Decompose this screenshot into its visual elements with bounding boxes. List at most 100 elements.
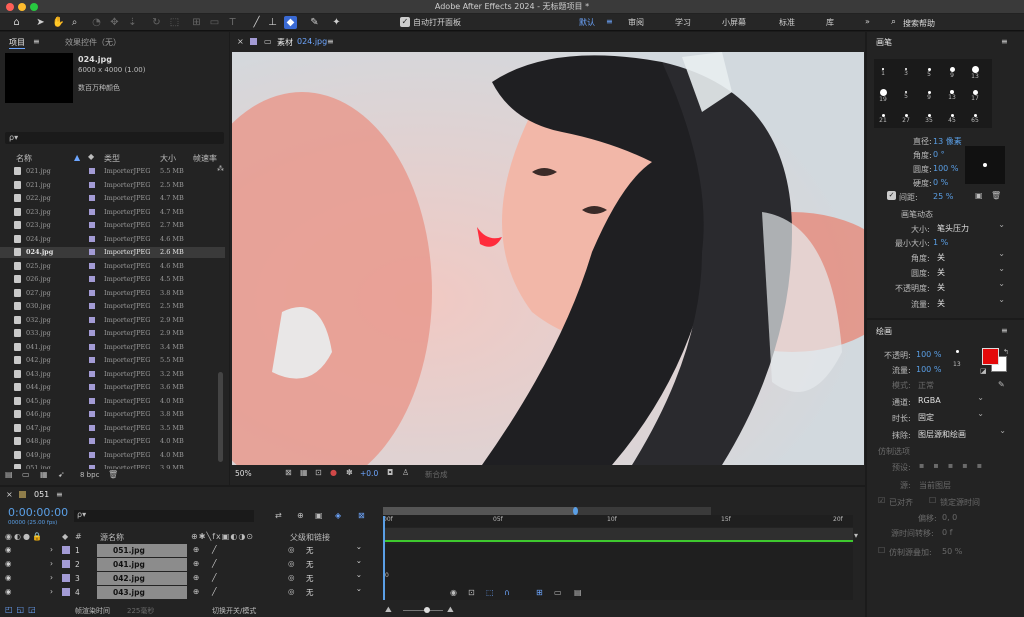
list-item[interactable]: 041.jpg ImporterJPEG 3.4 MB (0, 342, 225, 353)
workspace-more-icon[interactable]: » (865, 17, 870, 26)
list-item[interactable]: 030.jpg ImporterJPEG 2.5 MB (0, 301, 225, 312)
hardness-value[interactable]: 0 % (933, 178, 948, 187)
project-settings-icon[interactable]: ➹ (58, 470, 65, 479)
pan-tool-icon[interactable]: ✥ (108, 16, 121, 29)
visibility-eye-icon[interactable]: ◉ (5, 573, 12, 582)
shape-tool-icon[interactable]: ▭ (208, 16, 221, 29)
list-item[interactable]: 047.jpg ImporterJPEG 3.5 MB (0, 423, 225, 434)
guides-icon[interactable]: ▭ (554, 588, 562, 597)
toggle-switches-modes[interactable]: 切换开关/模式 (212, 606, 256, 616)
dyn-flow-select[interactable]: 关 (935, 295, 1007, 309)
col-type-header[interactable]: 类型 (104, 153, 120, 164)
pick-whip-icon[interactable]: ◎ (288, 559, 295, 568)
label-tag-icon[interactable]: ◆ (88, 152, 94, 161)
brush-tip[interactable]: 35 (922, 108, 936, 124)
list-item[interactable]: 021.jpg ImporterJPEG 5.5 MB (0, 166, 225, 177)
overlay-value[interactable]: 50 % (942, 547, 962, 556)
brush-tip[interactable]: 5 (922, 62, 936, 78)
label-swatch[interactable] (89, 195, 95, 201)
view-icon[interactable]: ◉ (450, 588, 457, 597)
brush-tip[interactable]: 3 (899, 62, 913, 77)
auto-open-checkbox[interactable]: ✓ (400, 17, 410, 27)
work-area-end-handle[interactable] (573, 507, 578, 515)
mode-value[interactable]: 正常 (918, 380, 934, 391)
clone-stamp-tool-icon[interactable]: ⊥ (266, 16, 279, 29)
roi-icon[interactable]: ⊞ (536, 588, 543, 597)
puppet-tool-icon[interactable]: ✦ (330, 16, 343, 29)
camera-tool-icon[interactable]: ⬚ (168, 16, 181, 29)
quality-switch-icon[interactable]: ╱ (212, 545, 217, 554)
shy-switch-icon[interactable]: ⊕ (193, 587, 199, 596)
time-ruler[interactable]: 00f 05f 10f 15f 20f (383, 515, 853, 527)
zoom-out-icon[interactable]: ⛰ (385, 605, 392, 615)
exposure-icon[interactable]: ✽ (346, 468, 353, 477)
safe-margins-icon[interactable]: ⊡ (315, 468, 322, 477)
brush-tip[interactable]: 5 (899, 85, 913, 100)
grid-icon[interactable]: ▦ (300, 468, 308, 477)
parent-link-header[interactable]: 父级和链接 (290, 532, 330, 543)
brush-tip[interactable]: 45 (945, 108, 959, 124)
shy-switch-icon[interactable]: ⊕ (193, 573, 199, 582)
brush-tip[interactable]: 9 (922, 85, 936, 101)
timecode[interactable]: 0:00:00:00 (8, 506, 68, 519)
expand-arrow-icon[interactable]: › (50, 559, 53, 568)
layer-row[interactable]: ◉ › 1 051.jpg ⊕ ╱ ◎ 无 (0, 542, 370, 557)
list-item[interactable]: 032.jpg ImporterJPEG 2.9 MB (0, 315, 225, 326)
tab-project[interactable]: 项目 (9, 37, 25, 49)
project-scrollbar[interactable] (218, 372, 223, 462)
brush-tip[interactable]: 9 (945, 62, 959, 79)
label-swatch[interactable] (89, 208, 95, 215)
erase-select[interactable]: 图层源和绘画 (916, 426, 1008, 440)
parent-select[interactable]: 无 (302, 556, 364, 570)
delete-icon[interactable]: 🗑 (108, 470, 118, 479)
list-item[interactable]: 024.jpg ImporterJPEG 2.6 MB (0, 247, 225, 258)
list-item[interactable]: 023.jpg ImporterJPEG 2.7 MB (0, 220, 225, 231)
brush-tip[interactable]: 17 (968, 85, 982, 102)
list-item[interactable]: 027.jpg ImporterJPEG 3.8 MB (0, 288, 225, 299)
workspace-library[interactable]: 库 (826, 17, 834, 28)
list-item[interactable]: 045.jpg ImporterJPEG 4.0 MB (0, 396, 225, 407)
workspace-standard[interactable]: 标准 (779, 17, 795, 28)
work-area-range[interactable] (383, 507, 576, 515)
roto-brush-tool-icon[interactable]: ✎ (308, 16, 321, 29)
col-name-header[interactable]: 名称 (16, 153, 32, 164)
brush-tip[interactable]: 65 (968, 108, 982, 124)
spacing-checkbox[interactable]: ✓ (887, 191, 896, 200)
label-swatch[interactable] (89, 181, 95, 188)
timeline-close-icon[interactable]: × (6, 490, 13, 499)
snapshot-icon[interactable]: ◘ (387, 468, 393, 477)
expand-arrow-icon[interactable]: › (50, 545, 53, 554)
list-item[interactable]: 021.jpg ImporterJPEG 2.5 MB (0, 180, 225, 191)
workspace-menu-icon[interactable]: ≡ (606, 17, 613, 26)
brush-tip[interactable]: 13 (945, 85, 959, 101)
draft-3d-icon[interactable]: ⊕ (297, 511, 304, 520)
min-size-value[interactable]: 1 % (933, 238, 948, 247)
dyn-roundness-select[interactable]: 关 (935, 264, 1007, 278)
tab-effect-controls[interactable]: 效果控件（无） (65, 37, 121, 48)
label-swatch[interactable] (89, 397, 95, 404)
parent-select[interactable]: 无 (302, 542, 364, 556)
timeline-menu-icon[interactable]: ≡ (56, 490, 63, 499)
viewer-menu-icon[interactable]: ≡ (327, 37, 334, 46)
hand-tool-icon[interactable]: ✋ (52, 16, 65, 29)
label-swatch[interactable] (89, 276, 95, 282)
label-swatch[interactable] (89, 357, 95, 363)
frame-blending-icon[interactable]: ◈ (335, 511, 341, 520)
expand-arrow-icon[interactable]: › (50, 587, 53, 596)
new-brush-icon[interactable]: ▣ (975, 191, 983, 200)
new-folder-icon[interactable]: ▭ (22, 470, 30, 479)
label-swatch[interactable] (89, 438, 95, 444)
quality-switch-icon[interactable]: ╱ (212, 587, 217, 596)
col-fps-header[interactable]: 帧速率 (193, 153, 217, 164)
source-name-header[interactable]: 源名称 (100, 532, 124, 543)
brushes-menu-icon[interactable]: ≡ (1001, 37, 1008, 46)
source-time-value[interactable]: 0 f (942, 528, 952, 537)
diameter-value[interactable]: 13 像素 (933, 136, 962, 147)
project-menu-icon[interactable]: ≡ (33, 37, 40, 46)
foreground-color-swatch[interactable] (982, 348, 999, 365)
quality-switch-icon[interactable]: ╱ (212, 573, 217, 582)
playhead[interactable] (383, 516, 385, 600)
offset-value[interactable]: 0, 0 (942, 513, 957, 522)
aligned-checkbox[interactable]: ☑ (878, 496, 885, 505)
bpc-label[interactable]: 8 bpc (80, 471, 99, 479)
